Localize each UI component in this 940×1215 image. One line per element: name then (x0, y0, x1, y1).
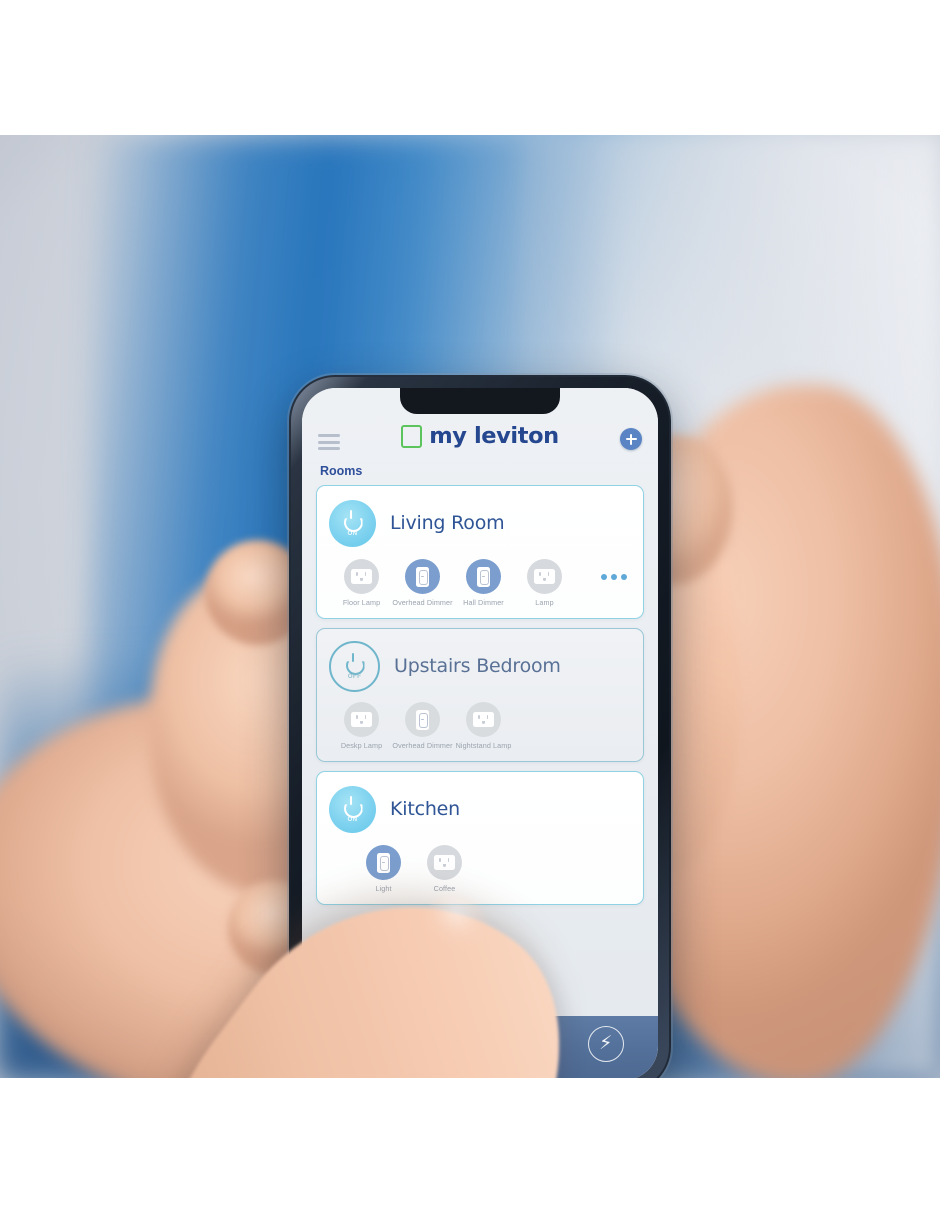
room-card-living-room[interactable]: ON Living Room Floor Lamp Overhead Dimme… (316, 485, 644, 619)
photograph: my leviton Rooms ON Living Room Floor La… (0, 135, 940, 1078)
dot (601, 574, 607, 580)
device-label: Deskp Lamp (340, 741, 383, 750)
hamburger-bar (318, 447, 340, 450)
hamburger-bar (318, 440, 340, 444)
nav-item-energy[interactable]: ⚡ (587, 1026, 624, 1062)
device-label: Hall Dimmer (463, 598, 504, 607)
room-power-state: ON (347, 816, 358, 823)
device-icon-outlet (427, 845, 462, 880)
device-row: Floor Lamp Overhead Dimmer Hall Dimmer L… (329, 559, 631, 607)
dimmer-switch-icon (416, 709, 429, 730)
room-name: Kitchen (390, 798, 461, 820)
dimmer-switch-icon (377, 852, 390, 873)
room-card-header: ON Living Room (329, 496, 631, 550)
add-button[interactable] (620, 428, 642, 450)
phone-notch (400, 388, 560, 414)
power-icon-stem (349, 510, 353, 519)
device-label: Coffee (433, 884, 456, 893)
screenshot-canvas: my leviton Rooms ON Living Room Floor La… (0, 0, 940, 1215)
outlet-icon (534, 569, 555, 584)
device-tile[interactable]: Hall Dimmer (453, 559, 514, 607)
power-icon (345, 653, 365, 675)
device-label: Overhead Dimmer (392, 598, 453, 607)
outlet-icon (473, 712, 494, 727)
room-card-header: OFF Upstairs Bedroom (329, 639, 631, 693)
device-label: Overhead Dimmer (392, 741, 453, 750)
brand-name: my leviton (429, 423, 559, 449)
lightning-bolt-icon: ⚡ (599, 1032, 613, 1054)
outlet-icon (434, 855, 455, 870)
device-tile[interactable]: Light (353, 845, 414, 893)
room-card-kitchen[interactable]: ON Kitchen Light Coffee (316, 771, 644, 905)
hamburger-icon[interactable] (318, 434, 340, 450)
dimmer-switch-icon (416, 566, 429, 587)
hamburger-bar (318, 434, 340, 437)
section-title-rooms: Rooms (320, 464, 363, 478)
device-label: Lamp (535, 598, 554, 607)
device-label: Light (375, 884, 392, 893)
room-card-header: ON Kitchen (329, 782, 631, 836)
room-name: Upstairs Bedroom (394, 655, 561, 677)
device-tile[interactable]: Lamp (514, 559, 575, 607)
power-icon-stem (349, 796, 353, 805)
dimmer-switch-icon (477, 566, 490, 587)
device-icon-outlet (344, 702, 379, 737)
device-icon-outlet (344, 559, 379, 594)
room-power-state: OFF (347, 673, 362, 680)
more-devices-button[interactable] (601, 574, 631, 592)
device-tile[interactable]: Overhead Dimmer (392, 702, 453, 750)
room-power-toggle[interactable]: ON (329, 499, 376, 547)
dot (621, 574, 627, 580)
leviton-square-icon (401, 424, 423, 448)
device-row: Deskp Lamp Overhead Dimmer Nightstand La… (329, 702, 631, 750)
device-tile[interactable]: Overhead Dimmer (392, 559, 453, 607)
device-icon-dimmer (405, 559, 440, 594)
power-icon (343, 796, 363, 818)
power-icon-stem (351, 653, 355, 662)
device-tile[interactable]: Floor Lamp (331, 559, 392, 607)
dot (611, 574, 617, 580)
room-power-toggle[interactable]: ON (329, 785, 376, 833)
outlet-icon (351, 569, 372, 584)
device-tile[interactable]: Coffee (414, 845, 475, 893)
room-card-upstairs-bedroom[interactable]: OFF Upstairs Bedroom Deskp Lamp Overhead… (316, 628, 644, 762)
device-tile[interactable]: Deskp Lamp (331, 702, 392, 750)
room-power-toggle[interactable]: OFF (329, 640, 380, 692)
outlet-icon (351, 712, 372, 727)
power-icon (343, 510, 363, 532)
device-label: Floor Lamp (342, 598, 381, 607)
device-icon-dimmer (466, 559, 501, 594)
device-icon-dimmer (366, 845, 401, 880)
brand-logo: my leviton (401, 423, 559, 449)
device-icon-outlet (466, 702, 501, 737)
device-tile[interactable]: Nightstand Lamp (453, 702, 514, 750)
device-icon-outlet (527, 559, 562, 594)
device-row: Light Coffee (329, 845, 631, 893)
device-icon-dimmer (405, 702, 440, 737)
device-label: Nightstand Lamp (455, 741, 512, 750)
room-power-state: ON (347, 530, 358, 537)
room-name: Living Room (390, 512, 505, 534)
